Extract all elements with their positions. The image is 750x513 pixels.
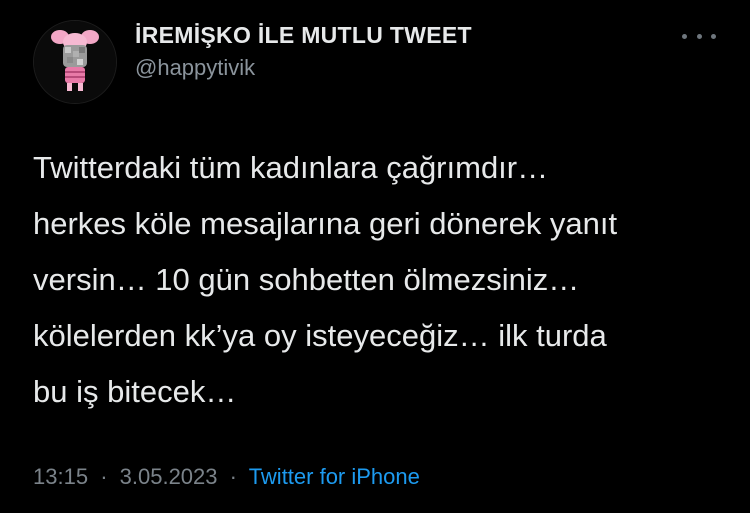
more-dot	[711, 33, 716, 39]
author-avatar[interactable]	[33, 20, 117, 104]
tweet-text: Twitterdaki tüm kadınlara çağrımdır… her…	[33, 140, 723, 420]
tweet-meta: 13:15 · 3.05.2023 · Twitter for iPhone	[33, 464, 420, 490]
meta-separator: ·	[100, 464, 108, 489]
meta-separator: ·	[229, 464, 237, 489]
tweet-text-line: versin… 10 gün sohbetten ölmezsiniz…	[33, 262, 580, 297]
tweet-detail: İREMİŞKO İLE MUTLU TWEET @happytivik Twi…	[0, 0, 750, 513]
more-options-icon[interactable]	[682, 24, 716, 48]
more-dot	[696, 33, 702, 39]
author-handle[interactable]: @happytivik	[135, 55, 255, 81]
piglet-avatar-icon	[34, 21, 116, 103]
tweet-text-line: bu iş bitecek…	[33, 374, 237, 409]
tweet-time[interactable]: 13:15	[33, 464, 88, 489]
tweet-text-line: kölelerden kk’ya oy isteyeceğiz… ilk tur…	[33, 318, 607, 353]
more-dot	[682, 33, 687, 39]
tweet-source-link[interactable]: Twitter for iPhone	[249, 464, 420, 489]
tweet-text-line: herkes köle mesajlarına geri dönerek yan…	[33, 206, 618, 241]
author-display-name[interactable]: İREMİŞKO İLE MUTLU TWEET	[135, 22, 472, 49]
tweet-date[interactable]: 3.05.2023	[120, 464, 218, 489]
tweet-text-line: Twitterdaki tüm kadınlara çağrımdır…	[33, 150, 549, 185]
